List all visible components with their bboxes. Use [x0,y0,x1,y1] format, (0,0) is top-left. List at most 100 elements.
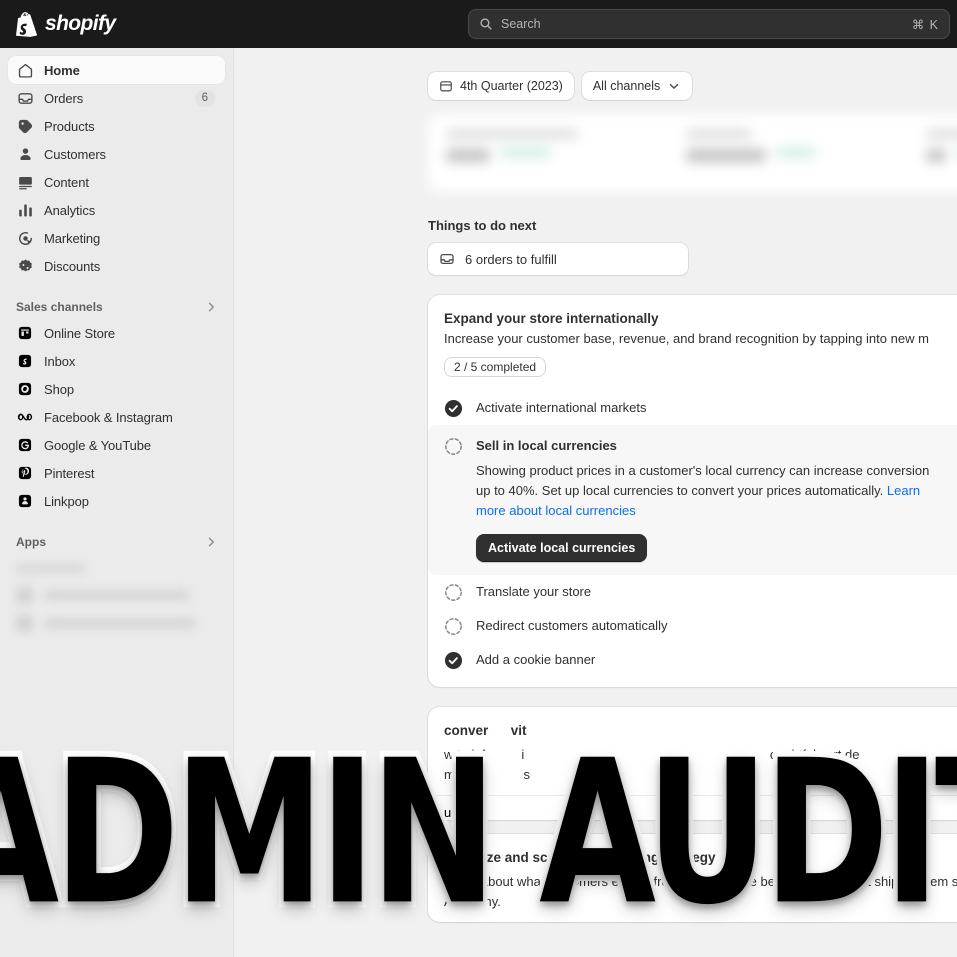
sidebar-channel-inbox[interactable]: Inbox [8,347,225,375]
sidebar-section-sales-channels[interactable]: Sales channels [8,295,225,319]
sidebar-item-content[interactable]: Content [8,168,225,196]
redacted-metric-delta [776,148,816,157]
redacted-apps-heading [16,564,86,573]
sidebar-apps-redacted [8,554,225,637]
channel-filter-label: All channels [593,79,660,93]
progress-badge: 2 / 5 completed [444,357,546,377]
task-body: Add a cookie banner [476,650,957,669]
task-body: Translate your store [476,582,957,601]
sidebar-channel-pinterest[interactable]: Pinterest [8,459,225,487]
marketing-icon [16,229,34,247]
task-item[interactable]: Translate your store [428,575,957,609]
google-icon [16,436,34,454]
sidebar-item-label: Customers [34,147,106,162]
pinterest-icon [16,464,34,482]
sidebar-section-apps[interactable]: Apps [8,530,225,554]
sidebar-channel-linkpop[interactable]: Linkpop [8,487,225,515]
metrics-strip-redacted[interactable] [428,114,957,192]
sidebar-item-label: Marketing [34,231,100,246]
sales-channels-title: Sales channels [16,300,103,314]
task-name: Translate your store [476,582,957,601]
sidebar-item-products[interactable]: Products [8,112,225,140]
conversion-card-body: w to inf i oughtful cart de metho s [444,745,957,785]
redacted-app-row [16,581,217,609]
sidebar-item-analytics[interactable]: Analytics [8,196,225,224]
task-name: Redirect customers automatically [476,616,957,635]
sidebar-item-discounts[interactable]: Discounts [8,252,225,280]
shopify-logo[interactable]: shopify [0,12,234,37]
sidebar-primary-nav: Home Orders6 Products Customers Content Analy… [8,56,225,280]
search-bar[interactable]: ⌘ K [468,9,950,39]
date-range-filter[interactable]: 4th Quarter (2023) [428,72,574,100]
main-content: 4th Quarter (2023) All channels [234,48,957,957]
metric-card [668,114,908,192]
metric-card [908,114,957,192]
circle-dashed-icon [444,617,463,636]
redacted-app-icon [16,587,33,604]
check-circle-filled-icon [444,651,463,670]
things-to-do-heading: Things to do next [428,218,957,233]
circle-dashed-icon [444,437,463,456]
shipping-card: Optimize and scale your shipping strateg… [428,834,957,922]
sidebar-item-label: Discounts [34,259,100,274]
channel-filter[interactable]: All channels [582,72,692,100]
sidebar-item-home[interactable]: Home [8,56,225,84]
redacted-app-label [44,619,196,628]
task-description: Showing product prices in a customer's l… [476,461,934,521]
inbox-icon [16,352,34,370]
shop-icon [16,380,34,398]
sidebar-item-marketing[interactable]: Marketing [8,224,225,252]
apps-title: Apps [16,535,46,549]
orders-icon [16,89,34,107]
search-input[interactable] [493,17,912,31]
home-icon [16,61,34,79]
sidebar-item-label: Content [34,175,89,190]
circle-dashed-icon [444,583,463,602]
task-body: Redirect customers automatically [476,616,957,635]
check-circle-filled-icon [444,399,463,418]
chevron-right-icon [205,301,217,313]
task-checklist: Activate international marketsSell in lo… [428,391,957,677]
circle-dashed-icon [444,437,463,456]
sidebar-item-label: Home [34,63,80,78]
orders-to-fulfill-card[interactable]: 6 orders to fulfill [428,243,688,275]
sidebar-item-orders[interactable]: Orders6 [8,84,225,112]
orders-icon [439,251,455,267]
calendar-icon [439,79,453,93]
sidebar-item-label: Orders [34,91,83,106]
activate-local-currencies-button[interactable]: Activate local currencies [476,534,647,562]
task-item[interactable]: Sell in local currenciesShowing product … [428,425,957,575]
sidebar-channel-shop[interactable]: Shop [8,375,225,403]
sidebar-channel-label: Linkpop [34,494,89,509]
products-icon [16,117,34,135]
sidebar-item-label: Products [34,119,95,134]
sidebar-channel-label: Google & YouTube [34,438,151,453]
sidebar-channel-label: Shop [34,382,74,397]
task-name: Add a cookie banner [476,650,957,669]
analytics-icon [16,201,34,219]
task-item[interactable]: Activate international markets [428,391,957,425]
sidebar-channel-facebook-instagram[interactable]: Facebook & Instagram [8,403,225,431]
sidebar-item-customers[interactable]: Customers [8,140,225,168]
sidebar-channel-label: Online Store [34,326,115,341]
sidebar-channel-google-youtube[interactable]: Google & YouTube [8,431,225,459]
conversion-card-link[interactable]: urse [428,796,957,820]
sidebar-channel-label: Inbox [34,354,75,369]
customers-icon [16,145,34,163]
search-shortcut-hint: ⌘ K [912,17,939,32]
orders-to-fulfill-label: 6 orders to fulfill [465,252,557,267]
shopify-admin-screen: shopify ⌘ K Home Orders6 Products Customers… [0,0,957,957]
redacted-metric-value [446,149,490,162]
check-circle-filled-icon [444,399,463,418]
circle-dashed-icon [444,583,463,602]
date-range-label: 4th Quarter (2023) [460,79,563,93]
task-item[interactable]: Add a cookie banner [428,643,957,677]
chevron-down-icon [667,79,681,93]
sidebar-channel-label: Pinterest [34,466,94,481]
shipping-card-body: Learn about what customers expect from s… [444,872,957,912]
sidebar-channel-online-store[interactable]: Online Store [8,319,225,347]
top-bar: shopify ⌘ K [0,0,957,48]
conversion-card-title: conver vit [444,723,957,738]
redacted-app-row [16,609,217,637]
task-item[interactable]: Redirect customers automatically [428,609,957,643]
